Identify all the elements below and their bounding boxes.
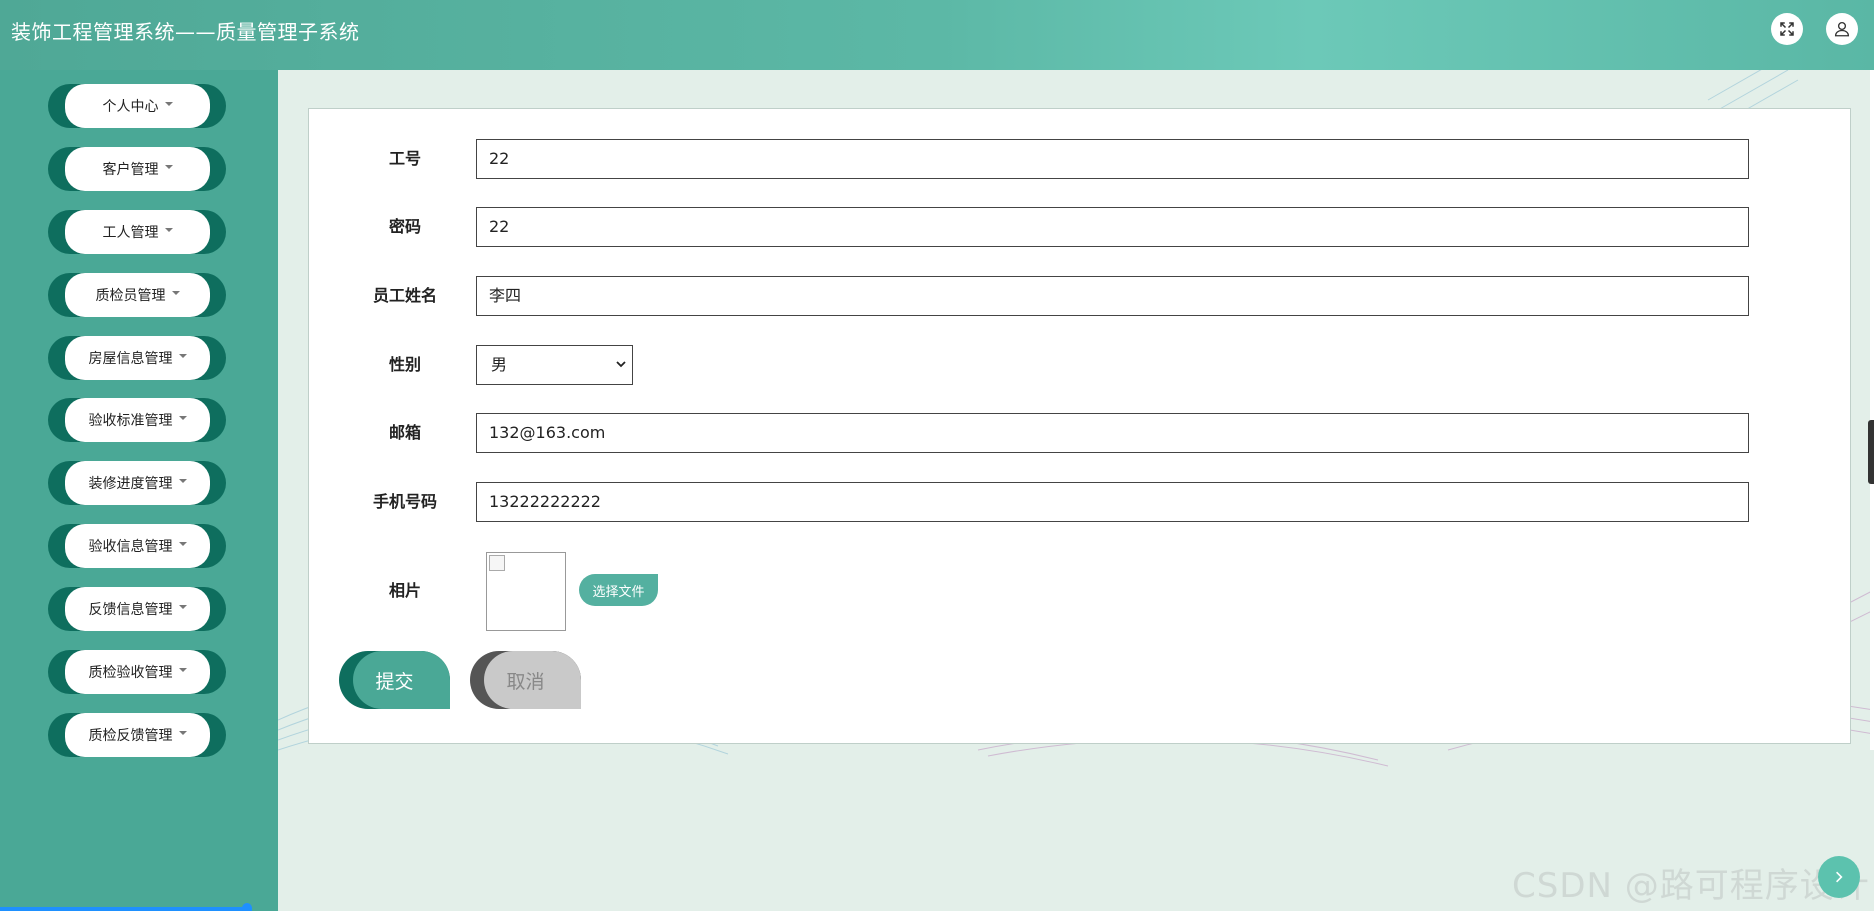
phone-input[interactable]: 13222222222 <box>476 482 1749 522</box>
caret-down-icon <box>178 668 187 672</box>
caret-down-icon <box>178 479 187 483</box>
sidebar-item-label: 反馈信息管理 <box>88 602 173 618</box>
sidebar-item-label: 验收标准管理 <box>88 413 173 429</box>
form-row-employee-name: 员工姓名 李四 <box>309 276 1850 316</box>
sidebar-item-qc-feedback[interactable]: 质检反馈管理 <box>48 713 226 757</box>
form-row-employee-id: 工号 22 <box>309 139 1850 179</box>
page-edge <box>1870 70 1874 750</box>
caret-down-icon <box>178 605 187 609</box>
fullscreen-button[interactable] <box>1771 13 1803 45</box>
sidebar-item-house-info[interactable]: 房屋信息管理 <box>48 336 226 380</box>
sidebar-item-worker[interactable]: 工人管理 <box>48 210 226 254</box>
fullscreen-icon <box>1780 22 1794 36</box>
field-label: 员工姓名 <box>372 286 437 305</box>
choose-file-button[interactable]: 选择文件 <box>579 574 658 606</box>
field-label: 工号 <box>388 149 421 168</box>
float-action-button[interactable] <box>1818 856 1860 898</box>
sidebar-item-label: 装修进度管理 <box>88 476 173 492</box>
sidebar-item-renovation-progress[interactable]: 装修进度管理 <box>48 461 226 505</box>
caret-down-icon <box>164 102 173 106</box>
app-header: 装饰工程管理系统——质量管理子系统 <box>0 0 1874 70</box>
caret-down-icon <box>171 291 180 295</box>
password-input[interactable]: 22 <box>476 207 1749 247</box>
sidebar-item-acceptance-info[interactable]: 验收信息管理 <box>48 524 226 568</box>
submit-button[interactable]: 提交 <box>339 651 450 709</box>
email-input[interactable]: 132@163.com <box>476 413 1749 453</box>
employee-id-input[interactable]: 22 <box>476 139 1749 179</box>
field-label: 相片 <box>388 581 421 600</box>
form-row-password: 密码 22 <box>309 207 1850 247</box>
submit-label: 提交 <box>375 670 414 693</box>
sidebar-item-acceptance-standard[interactable]: 验收标准管理 <box>48 398 226 442</box>
cancel-label: 取消 <box>506 670 545 693</box>
chevron-right-icon <box>1836 871 1843 883</box>
field-label: 邮箱 <box>388 423 421 442</box>
form-row-gender: 性别 男 <box>309 345 1850 385</box>
sidebar-item-label: 质检员管理 <box>95 288 166 304</box>
sidebar-item-label: 工人管理 <box>102 225 159 241</box>
cancel-button[interactable]: 取消 <box>470 651 581 709</box>
field-label: 密码 <box>388 217 421 236</box>
caret-down-icon <box>178 416 187 420</box>
employee-name-input[interactable]: 李四 <box>476 276 1749 316</box>
watermark: CSDN @路可程序设计 <box>1512 866 1870 906</box>
sidebar-item-label: 个人中心 <box>102 99 159 115</box>
sidebar-item-label: 房屋信息管理 <box>88 351 173 367</box>
sidebar-item-customer[interactable]: 客户管理 <box>48 147 226 191</box>
caret-down-icon <box>164 228 173 232</box>
sidebar-item-label: 验收信息管理 <box>88 539 173 555</box>
loading-bar <box>0 907 252 911</box>
caret-down-icon <box>178 731 187 735</box>
sidebar-item-inspector[interactable]: 质检员管理 <box>48 273 226 317</box>
sidebar-item-label: 质检反馈管理 <box>88 728 173 744</box>
app-title: 装饰工程管理系统——质量管理子系统 <box>11 20 360 44</box>
caret-down-icon <box>178 542 187 546</box>
sidebar-item-label: 客户管理 <box>102 162 159 178</box>
sidebar-item-feedback-info[interactable]: 反馈信息管理 <box>48 587 226 631</box>
sidebar: 个人中心 客户管理 工人管理 质检员管理 房屋信息管理 验收标准管理 装修进度管… <box>0 70 278 911</box>
sidebar-item-qc-acceptance[interactable]: 质检验收管理 <box>48 650 226 694</box>
form-card: 工号 22 密码 22 员工姓名 李四 性别 男 邮箱 132@163.com … <box>308 108 1851 744</box>
user-button[interactable] <box>1826 13 1858 45</box>
form-row-email: 邮箱 132@163.com <box>309 413 1850 453</box>
scroll-handle[interactable] <box>1868 420 1874 484</box>
form-row-phone: 手机号码 13222222222 <box>309 482 1850 522</box>
gender-select[interactable]: 男 <box>476 345 633 385</box>
sidebar-item-label: 质检验收管理 <box>88 665 173 681</box>
field-label: 性别 <box>388 355 421 374</box>
caret-down-icon <box>164 165 173 169</box>
loading-dot <box>242 903 252 911</box>
user-icon <box>1834 21 1850 37</box>
chevron-down-icon <box>616 361 626 368</box>
field-label: 手机号码 <box>372 492 437 511</box>
caret-down-icon <box>178 354 187 358</box>
photo-preview <box>486 552 566 631</box>
broken-image-icon <box>489 555 505 571</box>
gender-select-value: 男 <box>491 355 508 374</box>
sidebar-item-personal-center[interactable]: 个人中心 <box>48 84 226 128</box>
